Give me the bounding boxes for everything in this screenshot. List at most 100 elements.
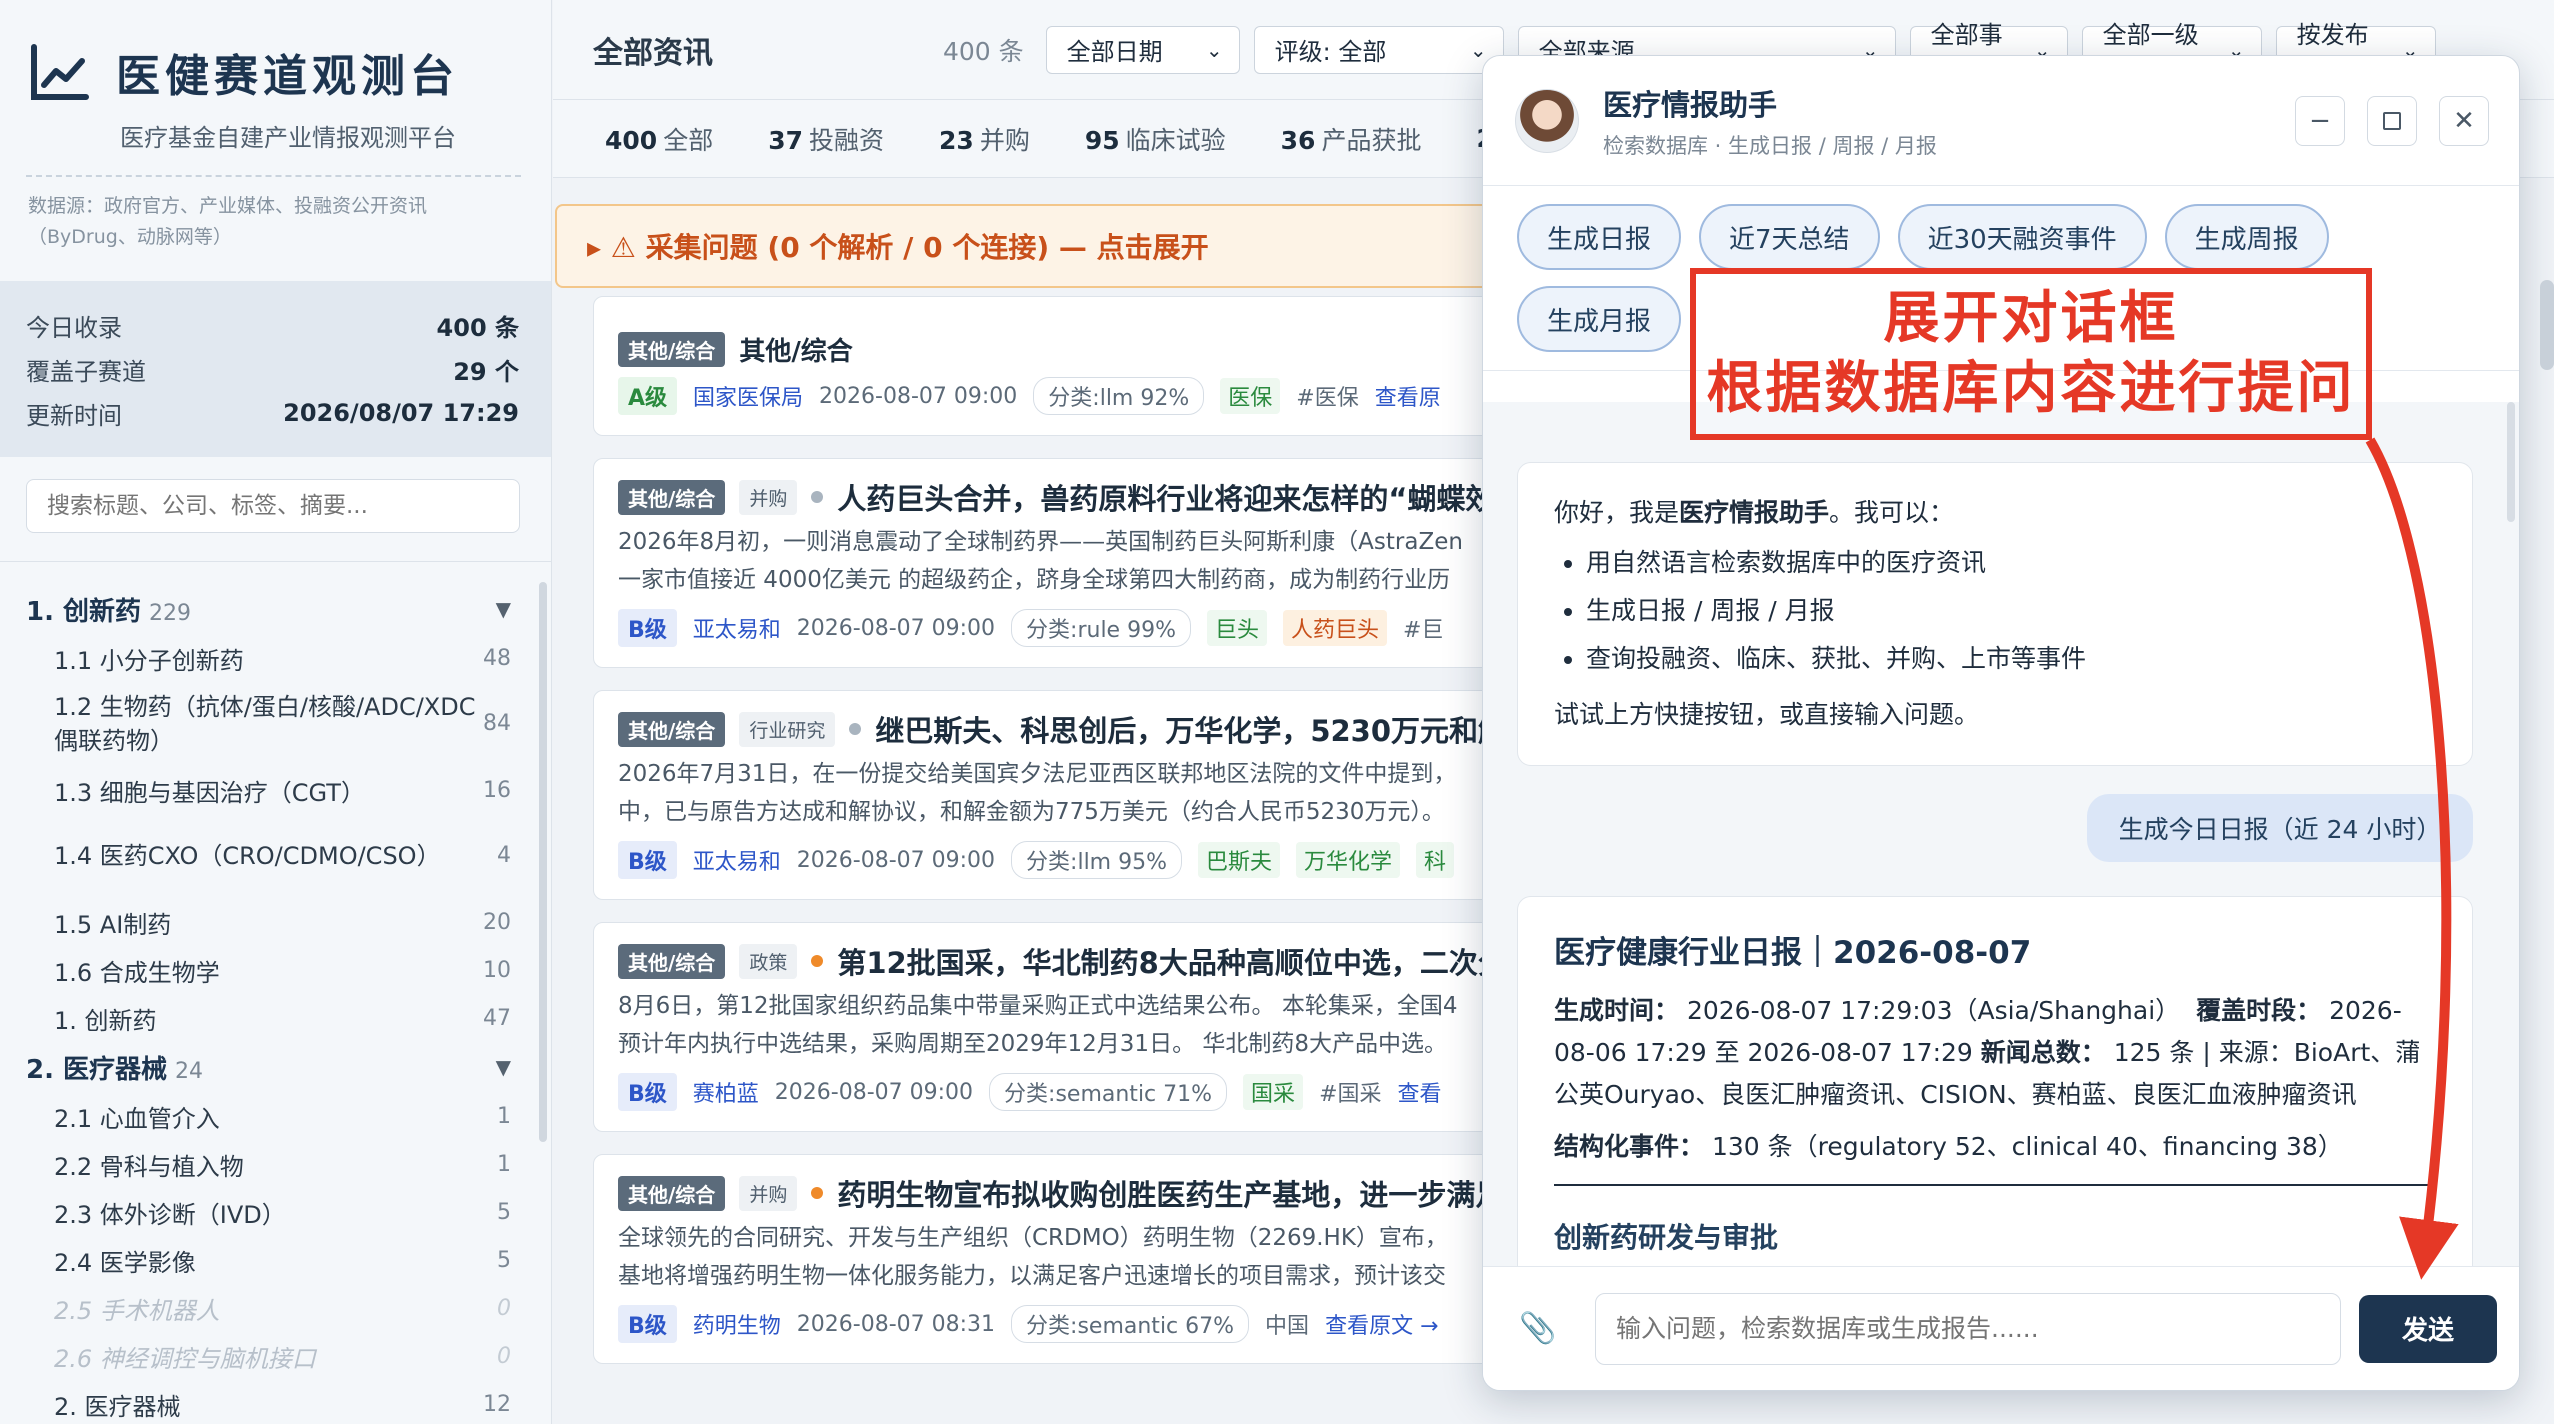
page-title: 全部资讯 <box>593 35 713 71</box>
event-type-tag: 政策 <box>739 943 798 979</box>
hashtag[interactable]: #医保 <box>1296 380 1358 412</box>
tab-label: 投融资 <box>809 125 885 155</box>
classifier-badge: 分类:semantic 67% <box>1011 1305 1250 1343</box>
source-link[interactable]: 国家医保局 <box>693 380 803 412</box>
stats-panel: 今日收录 400 条覆盖子赛道 29 个更新时间 2026/08/07 17:29 <box>0 281 551 457</box>
event-tab[interactable]: 36 产品获批 <box>1281 121 1422 157</box>
source-link[interactable]: 亚太易和 <box>693 844 781 876</box>
brand-header: 医健赛道观测台 医疗基金自建产业情报观测平台 <box>0 0 551 153</box>
subcategory-item[interactable]: 1.6 合成生物学 10 <box>26 946 523 994</box>
chat-input[interactable] <box>1595 1292 2341 1365</box>
keyword-tag[interactable]: 国采 <box>1243 1074 1304 1110</box>
filter-dropdown[interactable]: 全部日期 ⌄ <box>1045 25 1240 74</box>
quick-action-button[interactable]: 生成月报 <box>1517 286 1682 352</box>
brand-title: 医健赛道观测台 <box>116 51 459 102</box>
subcategory-item[interactable]: 1.5 AI制药 20 <box>26 898 523 946</box>
send-button[interactable]: 发送 <box>2359 1294 2497 1363</box>
subcategory-count: 47 <box>483 1005 511 1031</box>
page-scrollbar[interactable] <box>2540 280 2554 370</box>
keyword-tag[interactable]: 科 <box>1416 842 1455 878</box>
minimize-button[interactable]: − <box>2295 95 2345 146</box>
sidebar-search-input[interactable] <box>26 479 520 533</box>
subcategory-item[interactable]: 2.6 神经调控与脑机接口 0 <box>26 1332 523 1380</box>
annotation-line: 展开对话框 <box>1883 286 2179 351</box>
category-count: 24 <box>175 1058 204 1084</box>
hashtag[interactable]: #巨 <box>1403 612 1443 644</box>
subcategory-item[interactable]: 2. 医疗器械 12 <box>26 1380 523 1424</box>
card-title[interactable]: 第12批国采，华北制药8大品种高顺位中选，二次分 <box>837 940 1507 982</box>
tab-label: 临床试验 <box>1125 125 1226 155</box>
keyword-tag[interactable]: 医保 <box>1220 378 1281 414</box>
classifier-badge: 分类:llm 92% <box>1033 377 1205 415</box>
stat-value: 2026/08/07 17:29 <box>283 399 519 427</box>
capability-item: 查询投融资、临床、获批、并购、上市等事件 <box>1586 635 2436 683</box>
report-events: 结构化事件： 130 条（regulatory 52、clinical 40、f… <box>1554 1126 2436 1168</box>
subcategory-item[interactable]: 1.1 小分子创新药 48 <box>26 634 523 682</box>
keyword-tag[interactable]: 人药巨头 <box>1283 610 1388 646</box>
view-original-link[interactable]: 查看 <box>1398 1076 1442 1108</box>
subcategory-item[interactable]: 2.5 手术机器人 0 <box>26 1284 523 1332</box>
close-button[interactable]: ✕ <box>2439 95 2489 146</box>
chevron-down-icon: ⌄ <box>1205 37 1223 62</box>
subcategory-item[interactable]: 1.4 医药CXO（CRO/CDMO/CSO） 4 <box>26 814 523 898</box>
capability-item: 用自然语言检索数据库中的医疗资讯 <box>1586 539 2436 587</box>
source-link[interactable]: 亚太易和 <box>693 612 781 644</box>
attach-button[interactable]: 📎 <box>1511 1302 1565 1356</box>
assistant-avatar <box>1515 88 1579 153</box>
source-link[interactable]: 赛柏蓝 <box>693 1076 759 1108</box>
keyword-tag[interactable]: 巨头 <box>1207 610 1268 646</box>
card-title[interactable]: 继巴斯夫、科思创后，万华化学，5230万元和解 <box>875 708 1507 750</box>
tab-count: 400 <box>605 125 658 155</box>
subcategory-item[interactable]: 1.2 生物药（抗体/蛋白/核酸/ADC/XDC偶联药物） 84 <box>26 682 523 766</box>
quick-action-button[interactable]: 近7天总结 <box>1699 204 1880 270</box>
chevron-down-icon[interactable]: ▼ <box>496 597 511 621</box>
chat-subtitle: 检索数据库 · 生成日报 / 周报 / 月报 <box>1603 133 1937 158</box>
stat-label: 覆盖子赛道 <box>26 357 146 386</box>
category-header[interactable]: 2. 医疗器械 24 ▼ <box>26 1042 523 1092</box>
sidebar-scrollbar[interactable] <box>539 582 547 1142</box>
stat-value: 400 条 <box>436 313 519 342</box>
grade-badge: B级 <box>618 609 677 647</box>
subcategory-count: 16 <box>483 777 511 803</box>
quick-action-button[interactable]: 生成日报 <box>1517 204 1682 270</box>
event-tab[interactable]: 23 并购 <box>939 121 1030 157</box>
quick-action-button[interactable]: 近30天融资事件 <box>1897 204 2147 270</box>
event-tab[interactable]: 37 投融资 <box>768 121 884 157</box>
divider <box>1554 1184 2436 1186</box>
category-header[interactable]: 1. 创新药 229 ▼ <box>26 584 523 634</box>
card-title[interactable]: 药明生物宣布拟收购创胜医药生产基地，进一步满足 <box>837 1172 1504 1214</box>
subcategory-item[interactable]: 2.4 医学影像 5 <box>26 1236 523 1284</box>
report-meta: 生成时间： 2026-08-07 17:29:03（Asia/Shanghai）… <box>1554 990 2436 1116</box>
event-type-tag: 并购 <box>739 1175 798 1211</box>
subcategory-item[interactable]: 2.3 体外诊断（IVD） 5 <box>26 1188 523 1236</box>
maximize-button[interactable] <box>2367 95 2417 146</box>
subcategory-item[interactable]: 2.1 心血管介入 1 <box>26 1092 523 1140</box>
subcategory-item[interactable]: 1.3 细胞与基因治疗（CGT） 16 <box>26 766 523 814</box>
quick-action-button[interactable]: 生成周报 <box>2164 204 2329 270</box>
event-tab[interactable]: 400 全部 <box>605 121 713 157</box>
publish-date: 2026-08-07 09:00 <box>796 615 996 641</box>
close-icon: ✕ <box>2453 105 2475 136</box>
category-name: 1. 创新药 <box>26 596 142 627</box>
chat-scrollbar[interactable] <box>2507 402 2515 522</box>
category-count: 229 <box>149 600 192 626</box>
view-original-link[interactable]: 查看原 <box>1375 380 1441 412</box>
subcategory-item[interactable]: 1. 创新药 47 <box>26 994 523 1042</box>
chevron-down-icon[interactable]: ▼ <box>496 1055 511 1079</box>
report-label: 覆盖时段： <box>2196 996 2322 1025</box>
subcategory-count: 5 <box>497 1199 511 1225</box>
card-title[interactable]: 人药巨头合并，兽药原料行业将迎来怎样的“蝴蝶效应 <box>837 476 1523 518</box>
hashtag[interactable]: #国采 <box>1319 1076 1381 1108</box>
event-tab[interactable]: 95 临床试验 <box>1085 121 1226 157</box>
filter-dropdown[interactable]: 评级: 全部 ⌄ <box>1253 25 1504 74</box>
report-message: 医疗健康行业日报｜2026-08-07 生成时间： 2026-08-07 17:… <box>1517 896 2473 1266</box>
source-link[interactable]: 药明生物 <box>693 1308 781 1340</box>
greeting-hint: 试试上方快捷按钮，或直接输入问题。 <box>1554 700 1980 729</box>
chat-assistant-panel: 医疗情报助手 检索数据库 · 生成日报 / 周报 / 月报 − ✕ 生成日报 近7… <box>1482 55 2520 1391</box>
subcategory-item[interactable]: 2.2 骨科与植入物 1 <box>26 1140 523 1188</box>
keyword-tag[interactable]: 巴斯夫 <box>1198 842 1281 878</box>
hashtag[interactable]: 中国 <box>1265 1308 1309 1340</box>
subcategory-count: 48 <box>483 645 511 671</box>
view-original-link[interactable]: 查看原文 → <box>1325 1308 1438 1340</box>
keyword-tag[interactable]: 万华化学 <box>1296 842 1401 878</box>
